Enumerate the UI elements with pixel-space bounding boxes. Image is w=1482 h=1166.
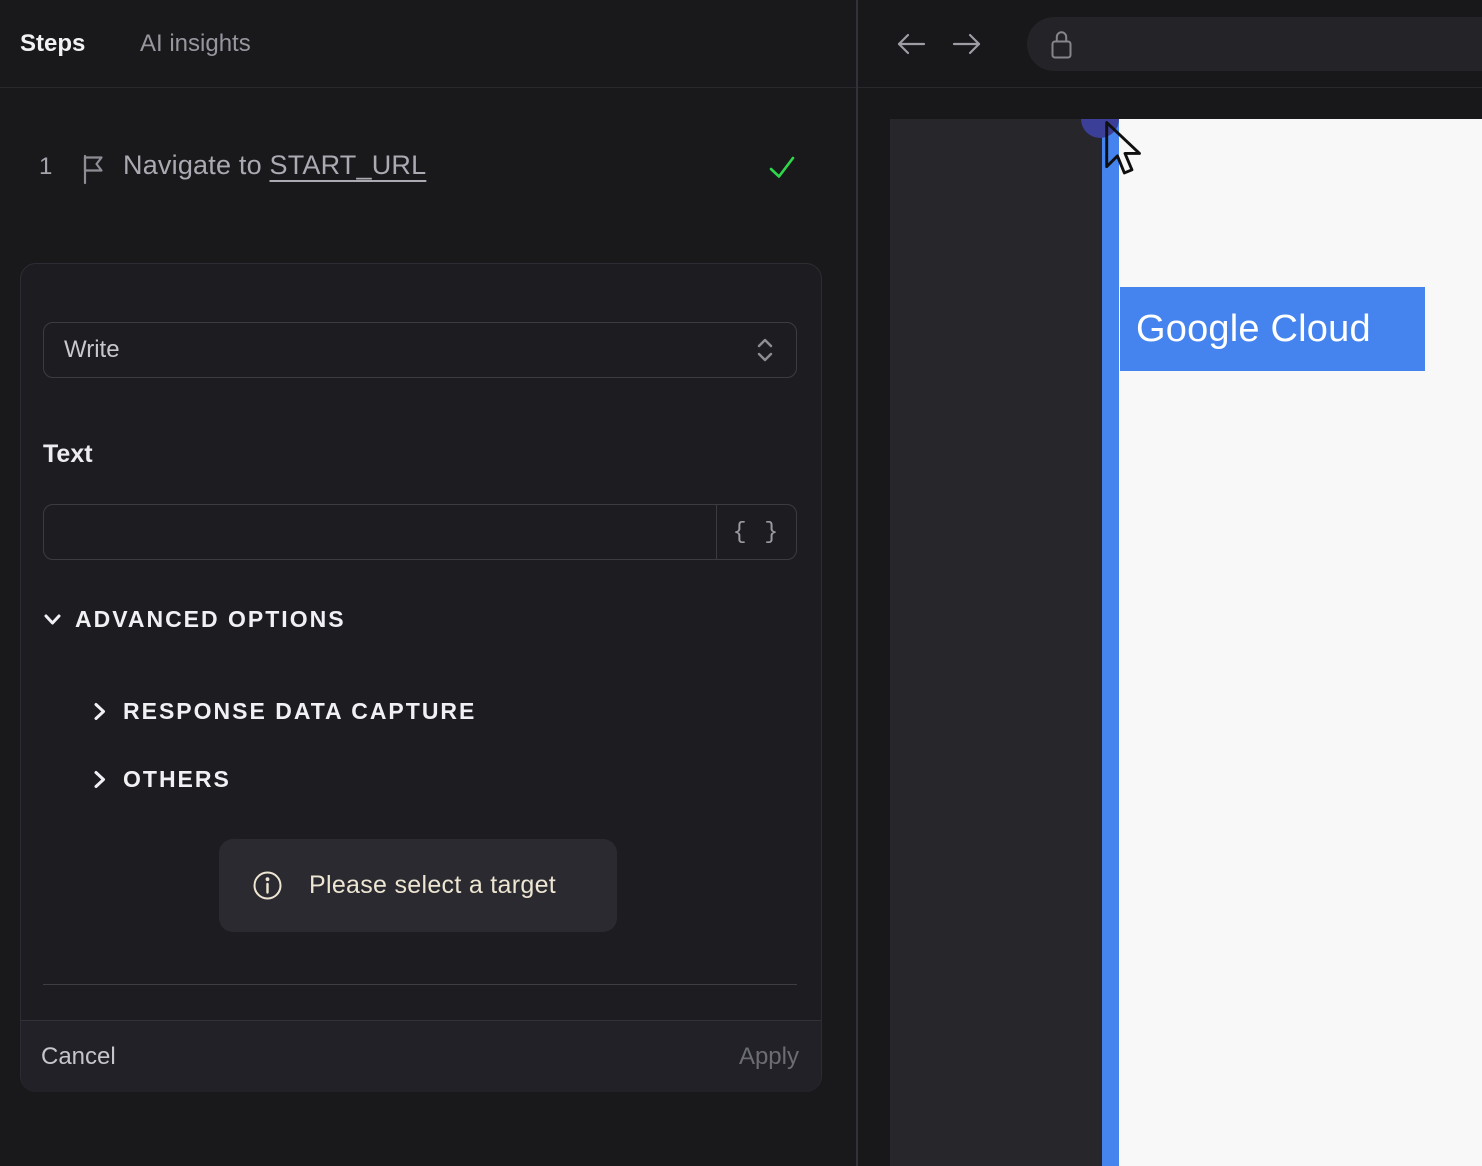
others-toggle[interactable]: OTHERS — [89, 766, 231, 793]
highlight-stripe — [1102, 119, 1119, 1166]
apply-button[interactable]: Apply — [739, 1043, 799, 1071]
action-type-select[interactable]: Write — [43, 322, 797, 378]
browser-toolbar — [858, 0, 1482, 88]
step-number: 1 — [39, 153, 53, 180]
forward-arrow-icon[interactable] — [948, 28, 986, 60]
cancel-button[interactable]: Cancel — [41, 1043, 116, 1071]
others-label: OTHERS — [123, 766, 231, 792]
advanced-options-toggle[interactable]: ADVANCED OPTIONS — [41, 606, 346, 633]
step-editor-card: Write Text { } ADVANCED OPTIONS RESPONSE… — [20, 263, 822, 1092]
highlighted-target-element[interactable]: Google Cloud — [1120, 287, 1425, 371]
lock-icon — [1048, 28, 1075, 61]
cursor-icon — [1103, 120, 1147, 178]
step-title[interactable]: Navigate to START_URL — [123, 150, 426, 181]
card-footer: Cancel Apply — [21, 1020, 821, 1092]
chevron-down-icon — [41, 608, 64, 631]
text-input-group: { } — [43, 504, 797, 560]
text-input[interactable] — [44, 505, 716, 559]
tab-ai-insights[interactable]: AI insights — [140, 0, 251, 88]
steps-panel: Steps AI insights 1 Navigate to START_UR… — [0, 0, 856, 1166]
action-type-value: Write — [64, 336, 120, 363]
chevron-right-icon — [89, 768, 110, 791]
text-field-label: Text — [43, 440, 93, 468]
insert-variable-button[interactable]: { } — [716, 505, 796, 559]
card-divider — [43, 984, 797, 985]
step-target-link[interactable]: START_URL — [269, 150, 426, 180]
url-bar[interactable] — [1027, 17, 1482, 71]
app-window: Steps AI insights 1 Navigate to START_UR… — [0, 0, 1482, 1166]
flag-icon — [80, 153, 110, 185]
back-arrow-icon[interactable] — [892, 28, 930, 60]
page-viewport[interactable]: Google Cloud — [890, 119, 1482, 1166]
advanced-options-label: ADVANCED OPTIONS — [75, 606, 346, 632]
page-dark-sidebar — [890, 119, 1102, 1166]
braces-icon: { } — [732, 519, 781, 545]
step-row[interactable]: 1 Navigate to START_URL — [0, 140, 856, 196]
step-success-check-icon — [767, 153, 797, 183]
chevron-right-icon — [89, 700, 110, 723]
browser-panel: Google Cloud — [858, 0, 1482, 1166]
left-tabbar: Steps AI insights — [0, 0, 856, 88]
select-target-hint-text: Please select a target — [309, 871, 557, 899]
info-icon — [252, 870, 283, 901]
select-target-hint: Please select a target — [219, 839, 617, 932]
response-data-capture-toggle[interactable]: RESPONSE DATA CAPTURE — [89, 698, 476, 725]
tab-steps[interactable]: Steps — [20, 0, 85, 88]
step-action-text: Navigate to — [123, 150, 270, 180]
response-data-capture-label: RESPONSE DATA CAPTURE — [123, 698, 477, 724]
chevron-up-down-icon — [754, 336, 776, 364]
